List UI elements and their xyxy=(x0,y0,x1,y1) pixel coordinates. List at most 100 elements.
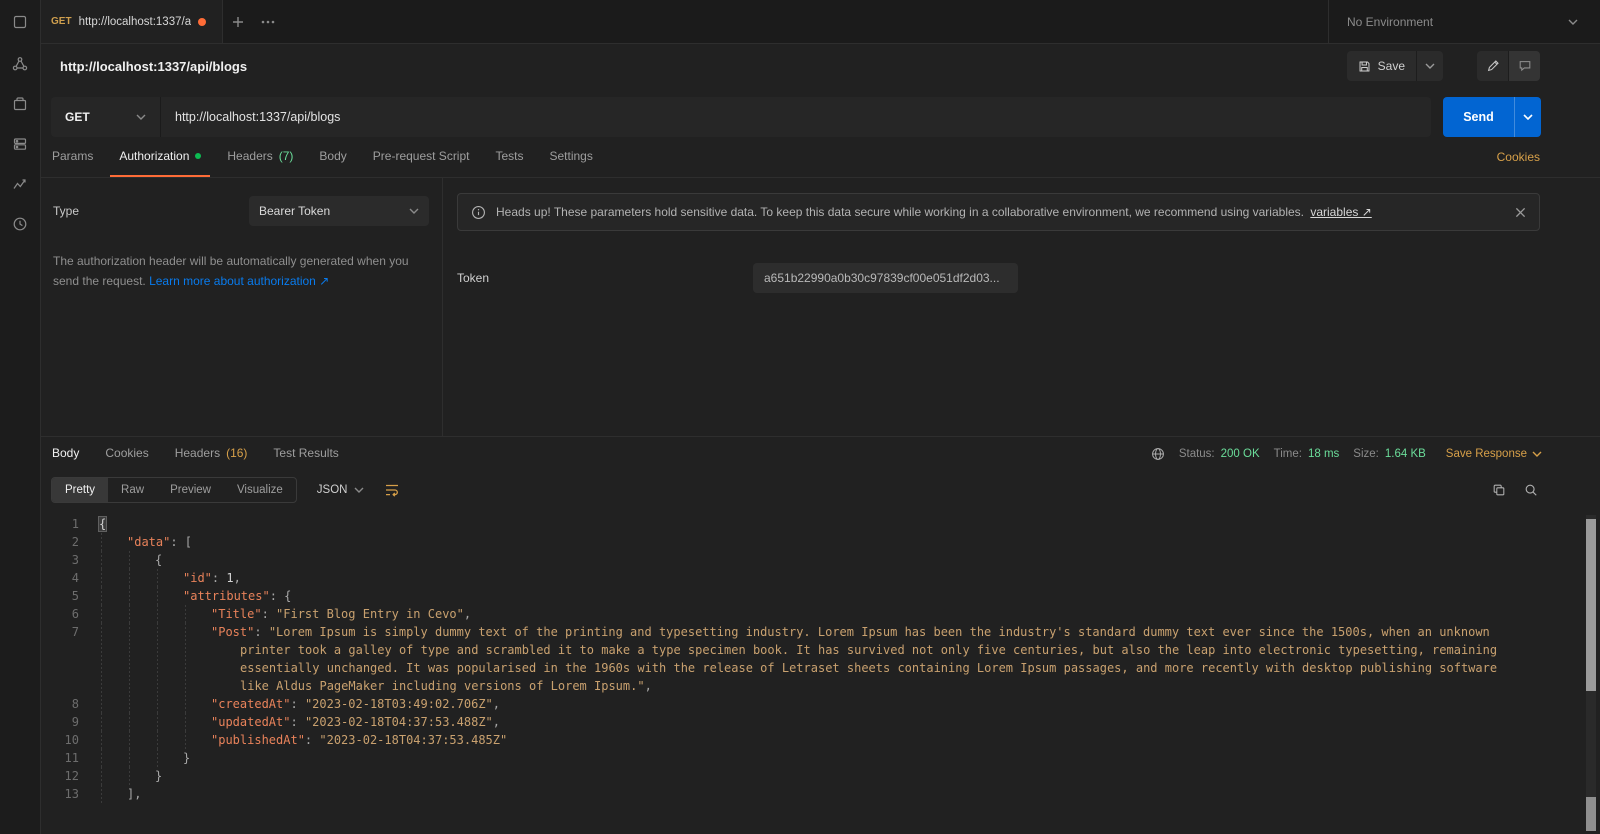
time-label: Time: xyxy=(1273,448,1302,460)
copy-icon[interactable] xyxy=(1492,483,1506,497)
variables-link[interactable]: variables ↗ xyxy=(1310,205,1371,219)
globe-icon[interactable] xyxy=(1151,447,1165,461)
view-pretty[interactable]: Pretty xyxy=(52,478,109,502)
line-number: 11 xyxy=(64,751,79,765)
apis-icon[interactable] xyxy=(0,44,40,84)
new-tab-button[interactable] xyxy=(223,7,253,37)
learn-more-link[interactable]: Learn more about authorization ↗ xyxy=(149,274,329,288)
line-number: 8 xyxy=(71,697,79,711)
scrollbar-thumb[interactable] xyxy=(1586,519,1596,691)
send-button[interactable]: Send xyxy=(1443,97,1541,137)
edit-pencil-icon[interactable] xyxy=(1477,51,1508,81)
tab-tests[interactable]: Tests xyxy=(486,137,532,177)
tab-headers-label: Headers xyxy=(227,149,273,163)
sensitive-data-banner: Heads up! These parameters hold sensitiv… xyxy=(457,193,1540,231)
code-line-content: "attributes": { xyxy=(99,587,1528,605)
collections-icon[interactable] xyxy=(0,0,40,44)
code-line: 10 "publishedAt": "2023-02-18T04:37:53.48… xyxy=(41,731,1600,749)
tab-body[interactable]: Body xyxy=(310,137,355,177)
save-options-chevron-icon[interactable] xyxy=(1416,51,1443,81)
request-name-actions: Save xyxy=(1346,51,1540,81)
environment-selector[interactable]: No Environment xyxy=(1328,0,1600,43)
response-body-editor[interactable]: 1{2 "data": [3{4 "id": 1, 5 "attributes": {6… xyxy=(41,509,1600,834)
cookies-link[interactable]: Cookies xyxy=(1497,150,1540,164)
code-line-content: "data": [ xyxy=(99,533,1528,551)
code-line-content: "updatedAt": "2023-02-18T04:37:53.488Z", xyxy=(99,713,1528,731)
send-label: Send xyxy=(1463,110,1494,124)
save-response-button[interactable]: Save Response xyxy=(1446,448,1542,460)
token-input[interactable]: a651b22990a0b30c97839cf00e051df2d03... xyxy=(753,263,1018,293)
code-line-content: "createdAt": "2023-02-18T03:49:02.706Z", xyxy=(99,695,1528,713)
view-preview[interactable]: Preview xyxy=(157,478,224,502)
request-tabs: Params Authorization Headers (7) Body Pr… xyxy=(41,137,1600,178)
line-number: 4 xyxy=(71,571,79,585)
method-selector[interactable]: GET xyxy=(51,97,161,137)
wrap-text-icon[interactable] xyxy=(384,482,400,498)
auth-type-label: Type xyxy=(53,204,80,218)
request-name-bar: http://localhost:1337/api/blogs Save xyxy=(41,44,1600,88)
scrollbar-thumb-bottom[interactable] xyxy=(1586,797,1596,831)
more-options-icon[interactable] xyxy=(253,7,283,37)
response-tab-test-results[interactable]: Test Results xyxy=(264,437,347,471)
line-number: 7 xyxy=(71,625,79,639)
response-headers-count-badge: (16) xyxy=(226,446,248,460)
mock-servers-icon[interactable] xyxy=(0,124,40,164)
code-line: 13], xyxy=(41,785,1600,803)
size-value: 1.64 KB xyxy=(1384,448,1426,460)
line-number: 9 xyxy=(71,715,79,729)
chevron-down-icon xyxy=(1568,19,1578,25)
token-label: Token xyxy=(457,271,490,285)
left-rail xyxy=(0,0,41,834)
view-visualize[interactable]: Visualize xyxy=(224,478,296,502)
status-label: Status: xyxy=(1178,448,1215,460)
save-button[interactable]: Save xyxy=(1346,51,1443,81)
code-line-content: "publishedAt": "2023-02-18T04:37:53.485Z… xyxy=(99,731,1528,749)
comments-icon[interactable] xyxy=(1508,51,1540,81)
view-raw[interactable]: Raw xyxy=(108,478,157,502)
auth-type-value: Bearer Token xyxy=(259,204,331,218)
code-line-content: "Post": "Lorem Ipsum is simply dummy tex… xyxy=(99,623,1528,695)
tab-settings[interactable]: Settings xyxy=(541,137,602,177)
auth-type-column: Type Bearer Token The authorization head… xyxy=(41,178,443,436)
code-line: 6 "Title": "First Blog Entry in Cevo", xyxy=(41,605,1600,623)
time-value: 18 ms xyxy=(1307,448,1340,460)
auth-type-select[interactable]: Bearer Token xyxy=(249,196,429,226)
close-icon[interactable] xyxy=(1515,207,1526,218)
monitors-icon[interactable] xyxy=(0,164,40,204)
url-input[interactable]: http://localhost:1337/api/blogs xyxy=(161,97,1431,137)
unsaved-dot-icon[interactable] xyxy=(198,17,207,26)
line-number: 2 xyxy=(71,535,79,549)
code-line-content: ], xyxy=(99,785,1528,803)
code-line: 11} xyxy=(41,749,1600,767)
response-tab-cookies[interactable]: Cookies xyxy=(96,437,157,471)
response-tab-body[interactable]: Body xyxy=(43,437,88,471)
send-options-chevron-icon[interactable] xyxy=(1514,97,1541,137)
response-tab-headers-label: Headers xyxy=(174,446,221,460)
line-number: 12 xyxy=(64,769,79,783)
code-line-content: } xyxy=(99,767,1528,785)
request-name: http://localhost:1337/api/blogs xyxy=(60,58,248,74)
history-icon[interactable] xyxy=(0,204,40,244)
response-scrollbar[interactable] xyxy=(1586,515,1596,831)
response-toolbar: Pretty Raw Preview Visualize JSON xyxy=(41,471,1600,509)
tab-prerequest-script[interactable]: Pre-request Script xyxy=(364,137,479,177)
tab-bar: GET http://localhost:1337/a No Environme… xyxy=(41,0,1600,44)
request-tab-method: GET xyxy=(51,16,72,27)
format-selector[interactable]: JSON xyxy=(317,484,365,496)
response-tab-headers[interactable]: Headers (16) xyxy=(166,437,257,471)
tab-headers[interactable]: Headers (7) xyxy=(218,137,302,177)
environments-icon[interactable] xyxy=(0,84,40,124)
tab-params[interactable]: Params xyxy=(43,137,102,177)
save-label: Save xyxy=(1377,59,1405,73)
code-line: 1{ xyxy=(41,515,1600,533)
search-icon[interactable] xyxy=(1524,483,1538,497)
save-icon xyxy=(1358,60,1371,73)
code-line: 7 "Post": "Lorem Ipsum is simply dummy te… xyxy=(41,623,1600,695)
size-label: Size: xyxy=(1353,448,1379,460)
response-view-switch: Pretty Raw Preview Visualize xyxy=(51,477,297,503)
request-tab[interactable]: GET http://localhost:1337/a xyxy=(41,0,223,43)
banner-text: Heads up! These parameters hold sensitiv… xyxy=(496,205,1505,219)
code-line-content: "id": 1, xyxy=(99,569,1528,587)
tab-authorization[interactable]: Authorization xyxy=(110,137,211,177)
response-section: Body Cookies Headers (16) Test Results S… xyxy=(41,436,1600,834)
